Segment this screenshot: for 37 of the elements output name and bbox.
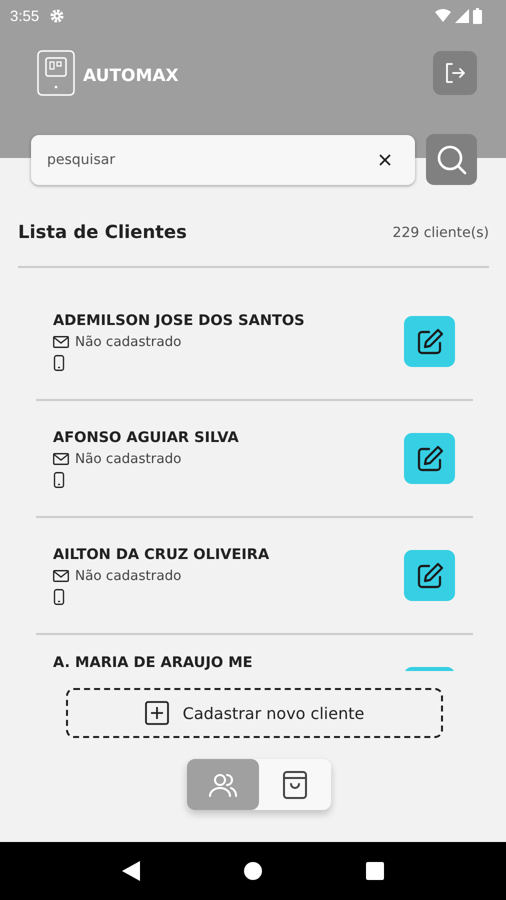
phone-icon [53,472,65,488]
mail-icon [53,570,69,582]
phone-icon [53,588,65,604]
client-email: Não cadastrado [75,568,182,584]
app-title: AUTOMAX [83,66,179,86]
battery-icon [473,8,482,24]
mail-icon [53,452,69,464]
add-client-button[interactable]: Cadastrar novo cliente [66,688,443,738]
client-email: Não cadastrado [75,334,182,350]
back-icon[interactable] [122,861,140,881]
edit-button[interactable] [404,316,455,367]
mail-icon [53,336,69,348]
search-input[interactable]: pesquisar [45,150,379,168]
signal-icon [455,9,469,23]
edit-button[interactable] [404,550,455,601]
bag-icon [281,770,309,800]
client-count: 229 cliente(s) [392,224,489,240]
search-icon [434,142,468,176]
clear-icon[interactable] [379,154,391,166]
client-name: A. MARIA DE ARAUJO ME [53,655,254,671]
device-icon [37,50,75,96]
status-time: 3:55 [10,8,40,24]
plus-square-icon [144,701,169,725]
client-name: AILTON DA CRUZ OLIVEIRA [53,546,270,562]
client-name: AFONSO AGUIAR SILVA [53,430,240,446]
search-field[interactable]: pesquisar [31,134,415,184]
logout-button[interactable] [433,51,477,95]
settings-icon [49,8,66,24]
recents-icon[interactable] [366,862,384,880]
search-button[interactable] [426,134,477,185]
edit-button[interactable] [404,433,455,484]
client-email: Não cadastrado [75,450,182,466]
list-title: Lista de Clientes [18,222,187,243]
wifi-icon [435,9,451,23]
client-name: ADEMILSON JOSE DOS SANTOS [53,312,306,328]
home-icon[interactable] [242,861,263,881]
phone-icon [53,354,65,370]
